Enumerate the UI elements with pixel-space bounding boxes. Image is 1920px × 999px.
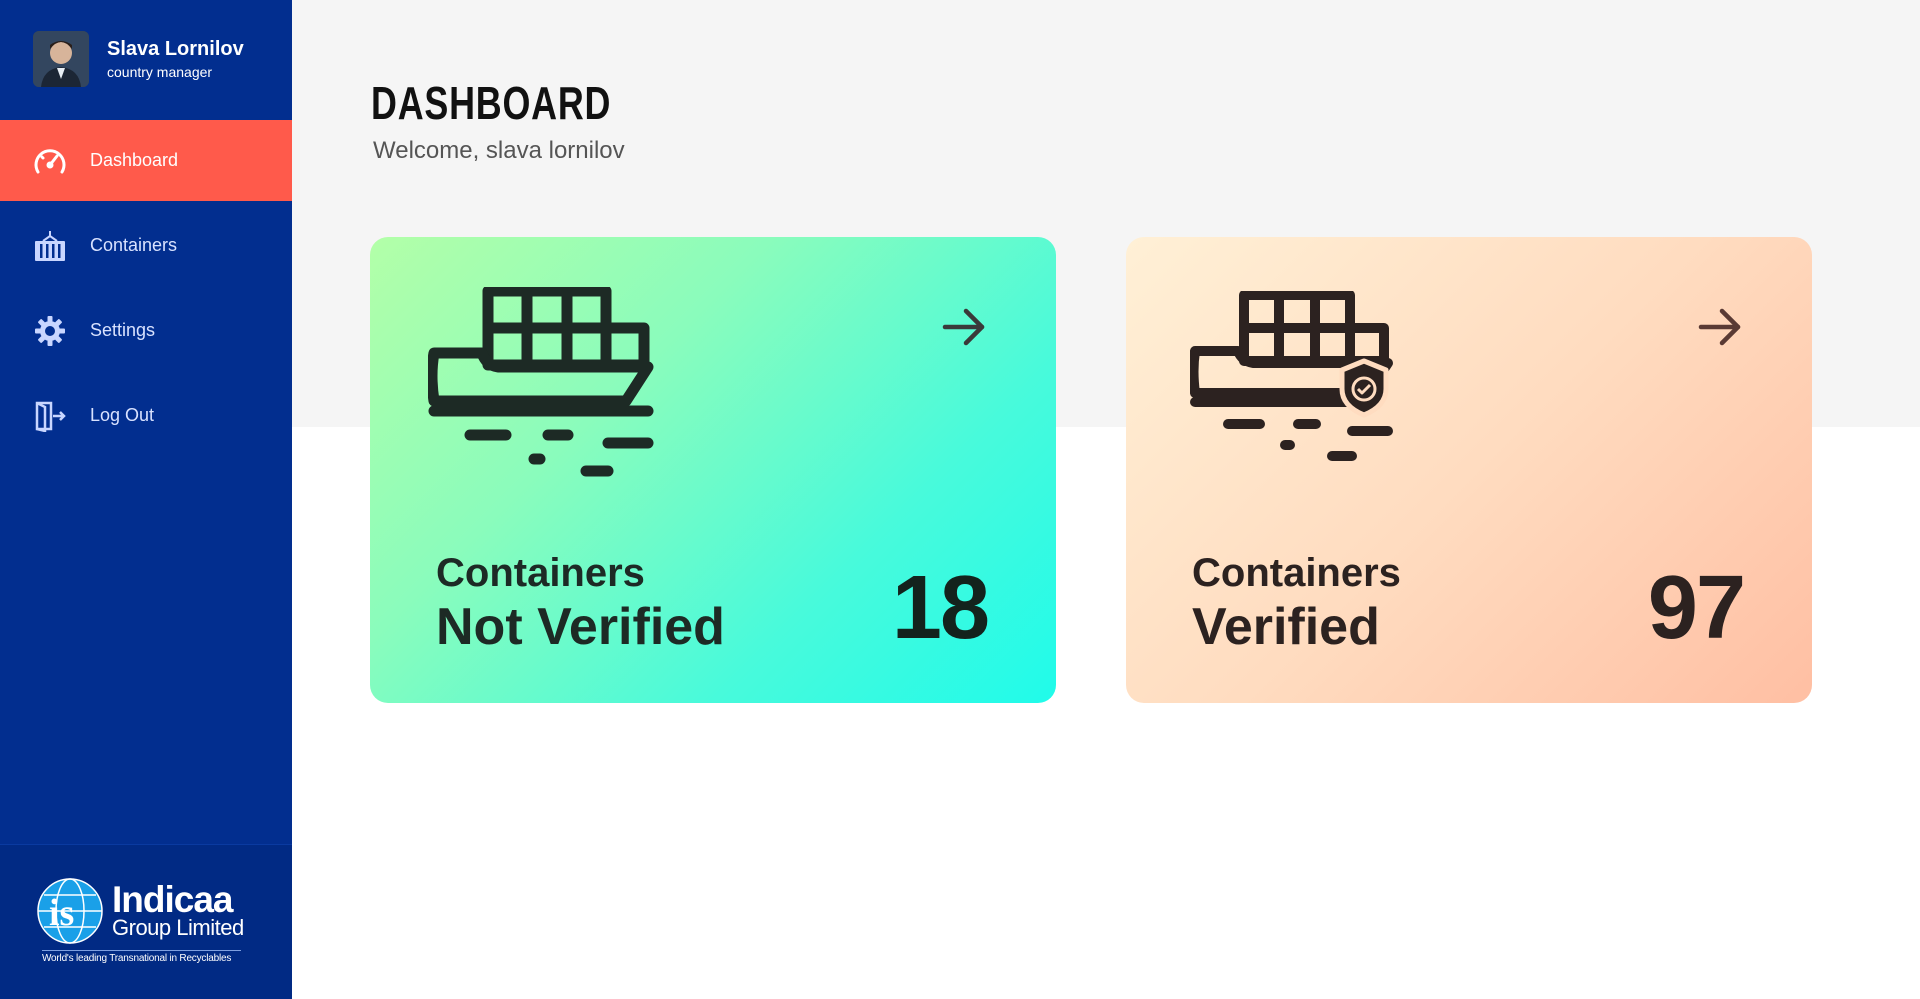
gear-icon [32, 313, 68, 349]
sidebar-item-settings[interactable]: Settings [0, 290, 292, 371]
logo-title: Indicaa [112, 879, 233, 920]
globe-logo-icon: is [37, 878, 103, 944]
sidebar-item-containers[interactable]: Containers [0, 205, 292, 286]
card-label: Containers Verified [1192, 553, 1401, 653]
card-verified[interactable]: Containers Verified 97 [1126, 237, 1812, 703]
arrow-right-icon[interactable] [942, 307, 986, 352]
sidebar-nav: Dashboard Containers Settings Log Out [0, 120, 292, 460]
cargo-ship-icon [426, 285, 660, 492]
logout-icon [32, 398, 68, 434]
welcome-message: Welcome, slava lornilov [373, 137, 625, 164]
logo-tagline: World's leading Transnational in Recycla… [42, 950, 241, 964]
cargo-ship-verified-icon [1188, 290, 1400, 476]
container-icon [32, 228, 68, 264]
user-role: country manager [107, 64, 213, 80]
user-profile[interactable]: Slava Lornilov country manager [33, 31, 244, 87]
svg-text:is: is [49, 892, 74, 934]
sidebar: Slava Lornilov country manager Dashboard [0, 0, 292, 999]
card-label-line2: Verified [1192, 598, 1380, 656]
avatar [33, 31, 89, 87]
card-label: Containers Not Verified [436, 553, 725, 653]
card-not-verified[interactable]: Containers Not Verified 18 [370, 237, 1056, 703]
user-name: Slava Lornilov [107, 38, 244, 60]
card-label-line1: Containers [436, 551, 645, 595]
sidebar-footer: is Indicaa Group Limited World's leading… [0, 844, 292, 999]
sidebar-item-label: Dashboard [90, 150, 179, 170]
sidebar-item-label: Log Out [90, 405, 155, 425]
logo-subtitle: Group Limited [112, 915, 244, 940]
sidebar-item-label: Containers [90, 235, 178, 255]
card-label-line1: Containers [1192, 551, 1401, 595]
card-count: 18 [891, 558, 990, 658]
speedometer-icon [32, 143, 68, 179]
card-count: 97 [1647, 558, 1746, 658]
company-logo: is Indicaa Group Limited [36, 877, 244, 945]
page-title: DASHBOARD [371, 77, 612, 129]
sidebar-item-label: Settings [90, 320, 156, 340]
arrow-right-icon[interactable] [1698, 307, 1742, 352]
card-label-line2: Not Verified [436, 598, 725, 656]
sidebar-item-dashboard[interactable]: Dashboard [0, 120, 292, 201]
sidebar-item-logout[interactable]: Log Out [0, 375, 292, 456]
